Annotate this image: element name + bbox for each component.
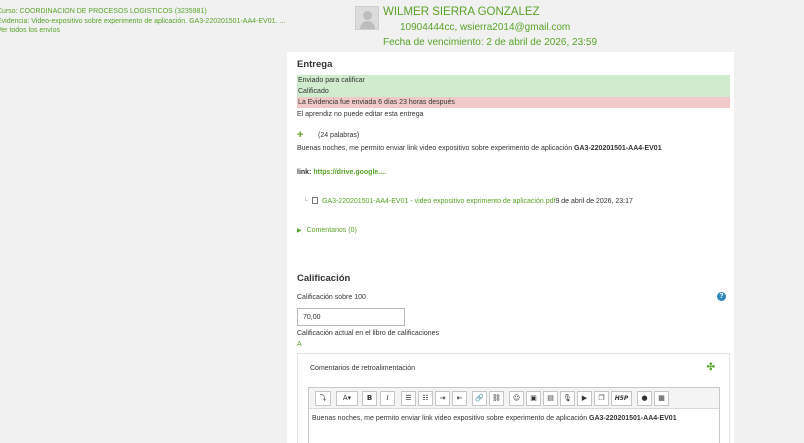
- pdf-file-icon: [311, 197, 318, 204]
- editor-content[interactable]: Buenas noches, me permito enviar link vi…: [312, 414, 716, 424]
- caret-right-icon: ▶: [297, 228, 302, 234]
- due-date: Fecha de vencimiento: 2 de abril de 2026…: [383, 37, 598, 48]
- help-icon[interactable]: ?: [717, 292, 726, 301]
- edit-note: El aprendiz no puede editar esta entrega: [297, 111, 424, 118]
- indent-button[interactable]: ⇥: [435, 391, 450, 406]
- submission-text-code: GA3-220201501-AA4-EV01: [574, 145, 662, 152]
- avatar: [355, 6, 379, 30]
- ordered-list-button[interactable]: ☷: [418, 391, 433, 406]
- submission-text: Buenas noches, me permito enviar link vi…: [297, 145, 662, 152]
- editor-text-code: GA3-220201501-AA4-EV01: [589, 415, 677, 422]
- tree-branch-icon: └: [303, 198, 308, 205]
- record-video-button[interactable]: ▶: [577, 391, 592, 406]
- outdent-button[interactable]: ⇤: [452, 391, 467, 406]
- accessibility-checker-button[interactable]: ●: [637, 391, 652, 406]
- media-button[interactable]: ▤: [543, 391, 558, 406]
- grading-title: Calificación: [297, 273, 351, 284]
- file-row: └ GA3-220201501-AA4-EV01 - video expositi…: [303, 197, 633, 205]
- file-date: 9 de abril de 2026, 23:17: [555, 198, 633, 205]
- fullscreen-expand-icon[interactable]: ✣: [707, 362, 715, 373]
- course-info: Curso: COORDINACION DE PROCESOS LOGISTIC…: [0, 7, 285, 36]
- feedback-title: Comentarios de retroalimentación: [310, 365, 416, 372]
- status-graded: Calificado: [297, 86, 730, 97]
- user-name[interactable]: WILMER SIERRA GONZALEZ: [383, 6, 540, 18]
- editor-toolbar: ⤵ A▾ B I ☰ ☷ ⇥ ⇤ 🔗 ⛓ ☺ ▣ ▤ 🎙 ▶ ❐ H5P ● ▦: [309, 388, 719, 409]
- course-link[interactable]: Curso: COORDINACION DE PROCESOS LOGISTIC…: [0, 7, 285, 17]
- submission-text-intro: Buenas noches, me permito enviar link vi…: [297, 145, 575, 152]
- h5p-button[interactable]: H5P: [611, 391, 632, 406]
- manage-files-button[interactable]: ❐: [594, 391, 609, 406]
- view-all-submissions-link[interactable]: Ver todos los envíos: [0, 26, 285, 36]
- grade-input[interactable]: [297, 308, 405, 326]
- status-late: La Evidencia fue enviada 6 días 23 horas…: [297, 97, 730, 108]
- file-link[interactable]: GA3-220201501-AA4-EV01 - video expositiv…: [322, 198, 555, 205]
- evidence-link[interactable]: Evidencia: Video-expositivo sobre experi…: [0, 17, 285, 27]
- drive-link[interactable]: https://drive.google....: [313, 169, 386, 176]
- status-submitted: Enviado para calificar: [297, 75, 730, 86]
- user-contact: 10904444cc, wsierra2014@gmail.com: [400, 22, 571, 33]
- unlink-button[interactable]: ⛓: [489, 391, 504, 406]
- image-button[interactable]: ▣: [526, 391, 541, 406]
- unordered-list-button[interactable]: ☰: [401, 391, 416, 406]
- record-audio-button[interactable]: 🎙: [560, 391, 575, 406]
- comments-label: Comentarios (0): [306, 227, 357, 234]
- link-label: link:: [297, 169, 314, 176]
- editor-text-intro: Buenas noches, me permito enviar link vi…: [312, 415, 590, 422]
- gradebook-value: A: [297, 341, 302, 348]
- toolbar-collapse-button[interactable]: ⤵: [315, 391, 331, 406]
- link-button[interactable]: 🔗: [472, 391, 487, 406]
- feedback-editor[interactable]: ⤵ A▾ B I ☰ ☷ ⇥ ⇤ 🔗 ⛓ ☺ ▣ ▤ 🎙 ▶ ❐ H5P ● ▦…: [308, 387, 720, 443]
- word-count: (24 palabras): [318, 132, 360, 139]
- grader-header: Curso: COORDINACION DE PROCESOS LOGISTIC…: [0, 0, 804, 52]
- expand-plus-icon[interactable]: +: [297, 130, 303, 141]
- bold-button[interactable]: B: [362, 391, 377, 406]
- emoji-button[interactable]: ☺: [509, 391, 524, 406]
- table-button[interactable]: ▦: [654, 391, 669, 406]
- submission-link: link: https://drive.google....: [297, 169, 386, 176]
- gradebook-label: Calificación actual en el libro de calif…: [297, 330, 440, 337]
- italic-button[interactable]: I: [380, 391, 395, 406]
- grade-label: Calificación sobre 100: [297, 294, 366, 301]
- comments-toggle[interactable]: ▶ Comentarios (0): [297, 227, 357, 234]
- feedback-panel: Comentarios de retroalimentación ✣ ⤵ A▾ …: [297, 353, 730, 443]
- font-style-button[interactable]: A▾: [336, 391, 358, 406]
- submission-title: Entrega: [297, 59, 333, 70]
